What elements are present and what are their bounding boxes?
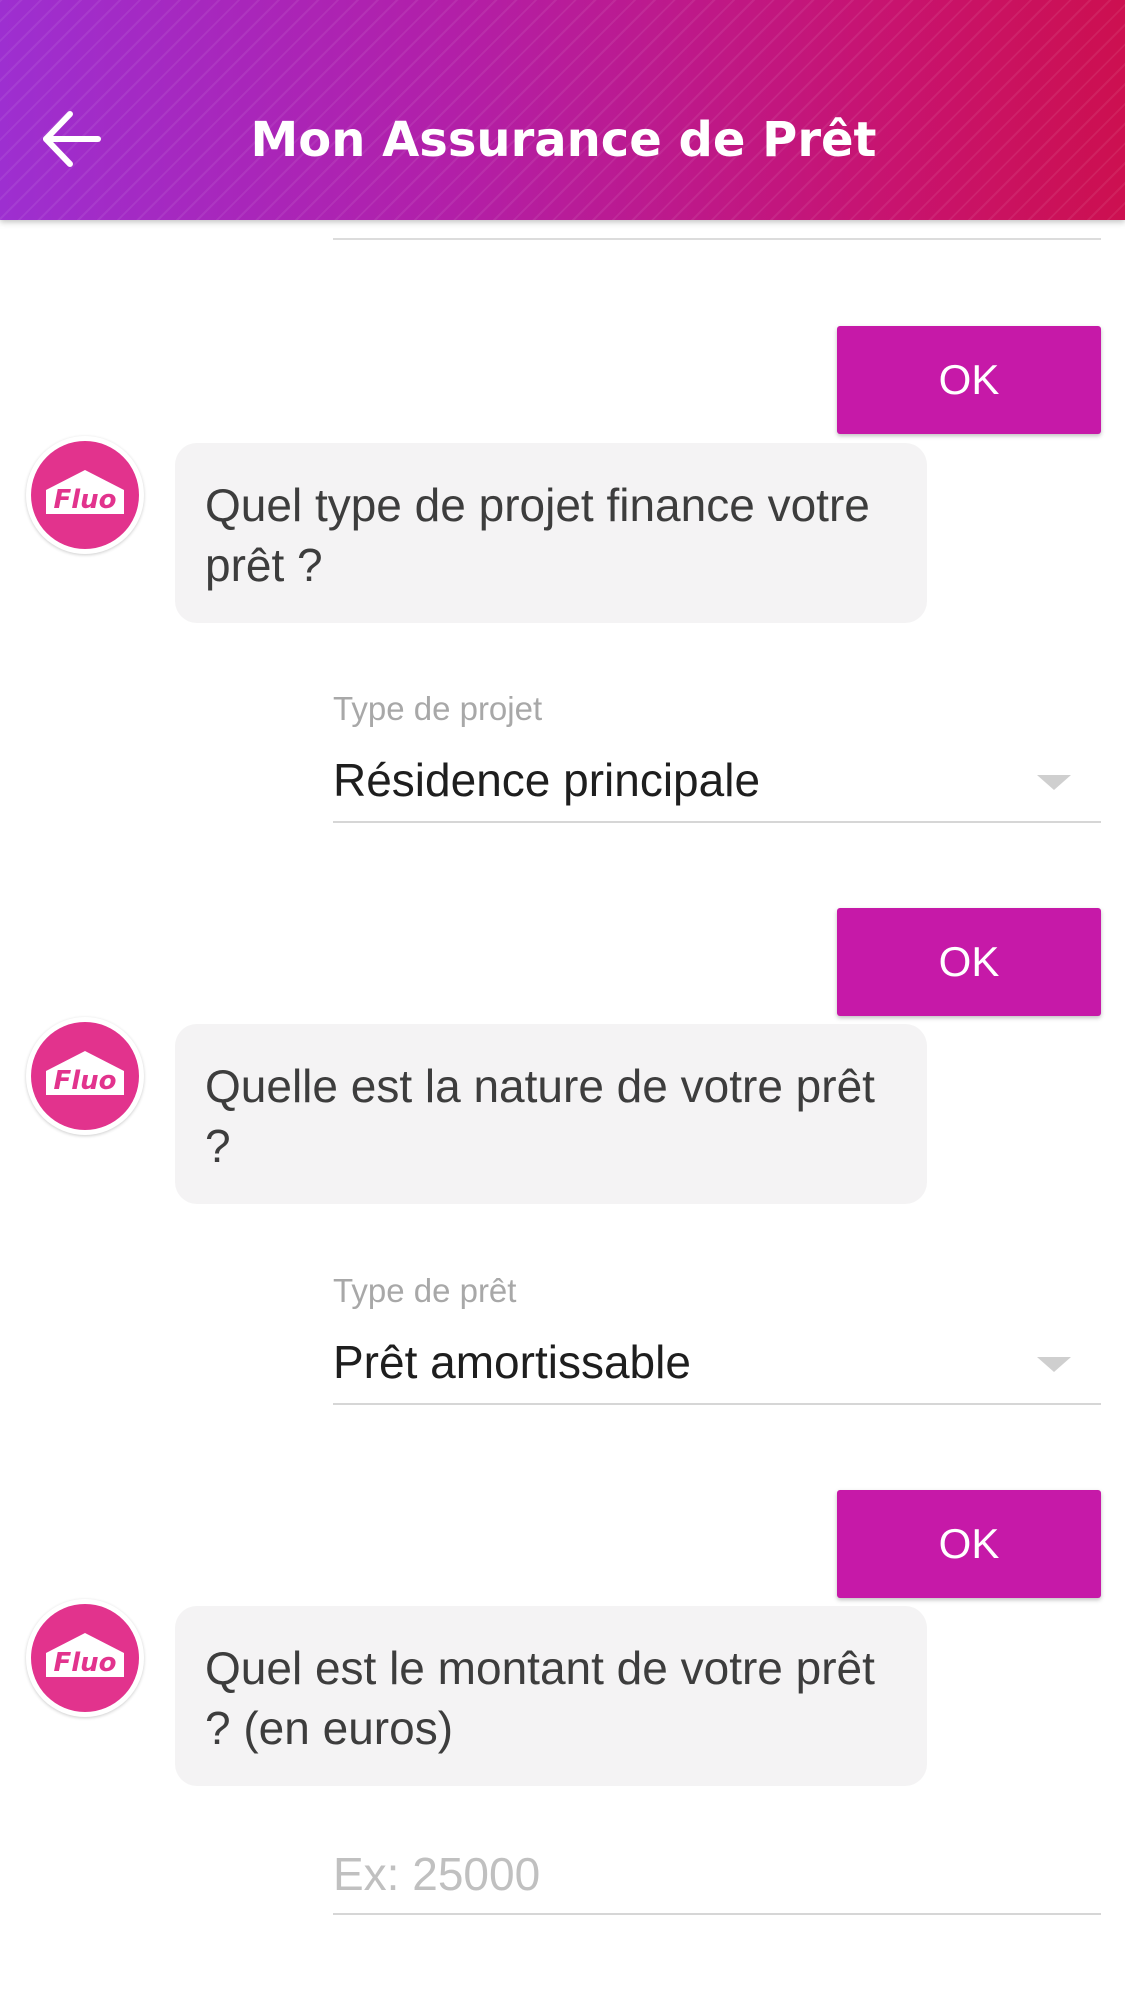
ok-button-3[interactable]: OK bbox=[837, 1490, 1101, 1598]
fluo-logo-icon: Fluo bbox=[31, 1604, 139, 1712]
loan-type-value: Prêt amortissable bbox=[333, 1336, 691, 1388]
logo-text: Fluo bbox=[53, 1066, 116, 1096]
loan-amount-input[interactable] bbox=[333, 1835, 1101, 1915]
bot-avatar-3: Fluo bbox=[26, 1599, 144, 1717]
question-bubble-3: Quel est le montant de votre prêt ? (en … bbox=[175, 1606, 927, 1786]
project-type-select[interactable]: Résidence principale bbox=[333, 745, 1101, 823]
loan-type-label: Type de prêt bbox=[333, 1272, 517, 1309]
project-type-value: Résidence principale bbox=[333, 754, 761, 806]
page-title-text: Mon Assurance de Prêt bbox=[250, 112, 877, 168]
loan-type-select[interactable]: Prêt amortissable bbox=[333, 1327, 1101, 1405]
dropdown-caret-icon bbox=[1037, 1357, 1071, 1372]
question-bubble-2: Quelle est la nature de votre prêt ? bbox=[175, 1024, 927, 1204]
question-text-1: Quel type de projet finance votre prêt ? bbox=[205, 479, 870, 591]
bot-avatar-1: Fluo bbox=[26, 436, 144, 554]
page-title: Mon Assurance de Prêt bbox=[0, 110, 1125, 170]
fluo-logo-icon: Fluo bbox=[31, 441, 139, 549]
project-type-label: Type de projet bbox=[333, 690, 543, 727]
bot-avatar-2: Fluo bbox=[26, 1017, 144, 1135]
question-text-3: Quel est le montant de votre prêt ? (en … bbox=[205, 1642, 875, 1754]
question-text-2: Quelle est la nature de votre prêt ? bbox=[205, 1060, 875, 1172]
question-bubble-1: Quel type de projet finance votre prêt ? bbox=[175, 443, 927, 623]
previous-field-underline bbox=[333, 238, 1101, 240]
logo-text: Fluo bbox=[53, 1648, 116, 1678]
dropdown-caret-icon bbox=[1037, 775, 1071, 790]
logo-text: Fluo bbox=[53, 485, 116, 515]
fluo-logo-icon: Fluo bbox=[31, 1022, 139, 1130]
ok-button-1[interactable]: OK bbox=[837, 326, 1101, 434]
ok-button-2[interactable]: OK bbox=[837, 908, 1101, 1016]
app-header: Mon Assurance de Prêt bbox=[0, 0, 1125, 220]
